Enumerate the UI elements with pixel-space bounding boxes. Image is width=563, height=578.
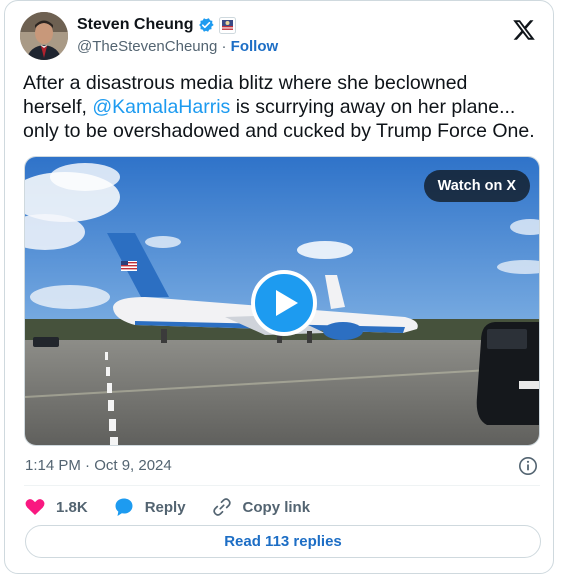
play-button[interactable] — [251, 270, 317, 336]
tweet-embed-card: Steven Cheung @TheStevenCheung · Follow … — [4, 0, 554, 574]
like-count: 1.8K — [56, 498, 88, 516]
affiliation-badge-icon — [219, 16, 237, 34]
copy-link-label: Copy link — [242, 498, 311, 516]
avatar[interactable] — [20, 12, 68, 60]
read-replies-button[interactable]: Read 113 replies — [25, 525, 541, 558]
watch-on-x-button[interactable]: Watch on X — [423, 170, 530, 202]
action-bar: 1.8K Reply Copy link — [25, 495, 336, 519]
info-icon[interactable] — [518, 456, 538, 476]
tweet-timestamp[interactable]: 1:14 PM · Oct 9, 2024 — [25, 457, 172, 474]
reply-label: Reply — [144, 498, 186, 516]
tweet-text-line-2-prefix: herself, — [23, 96, 93, 118]
tweet-header: Steven Cheung @TheStevenCheung · Follow — [20, 12, 540, 62]
reply-button[interactable]: Reply — [114, 497, 186, 517]
copy-link-button[interactable]: Copy link — [212, 497, 311, 517]
play-icon — [276, 290, 298, 316]
separator: · — [221, 38, 227, 55]
author-handle[interactable]: @TheStevenCheung — [77, 38, 217, 55]
tweet-text-line-1: After a disastrous media blitz where she… — [23, 72, 468, 94]
x-logo-icon[interactable] — [512, 18, 536, 42]
tweet-text-line-2: herself, @KamalaHarris is scurrying away… — [23, 95, 543, 119]
like-button[interactable]: 1.8K — [25, 498, 88, 516]
tweet-text-line-2-suffix: is scurrying away on her plane... — [230, 96, 516, 118]
author-name-row: Steven Cheung — [77, 16, 237, 34]
reply-bubble-icon — [115, 498, 133, 516]
verified-badge-icon — [197, 16, 215, 34]
mention-link[interactable]: @KamalaHarris — [92, 96, 230, 118]
video-player[interactable]: Watch on X — [24, 156, 540, 446]
divider — [24, 485, 540, 486]
tweet-text-line-3: only to be overshadowed and cucked by Tr… — [23, 120, 535, 142]
author-name[interactable]: Steven Cheung — [77, 16, 193, 34]
follow-button[interactable]: Follow — [231, 38, 279, 55]
tweet-text: After a disastrous media blitz where she… — [23, 71, 543, 143]
heart-icon — [25, 499, 45, 515]
link-icon — [212, 498, 231, 516]
author-handle-row: @TheStevenCheung · Follow — [77, 38, 278, 55]
